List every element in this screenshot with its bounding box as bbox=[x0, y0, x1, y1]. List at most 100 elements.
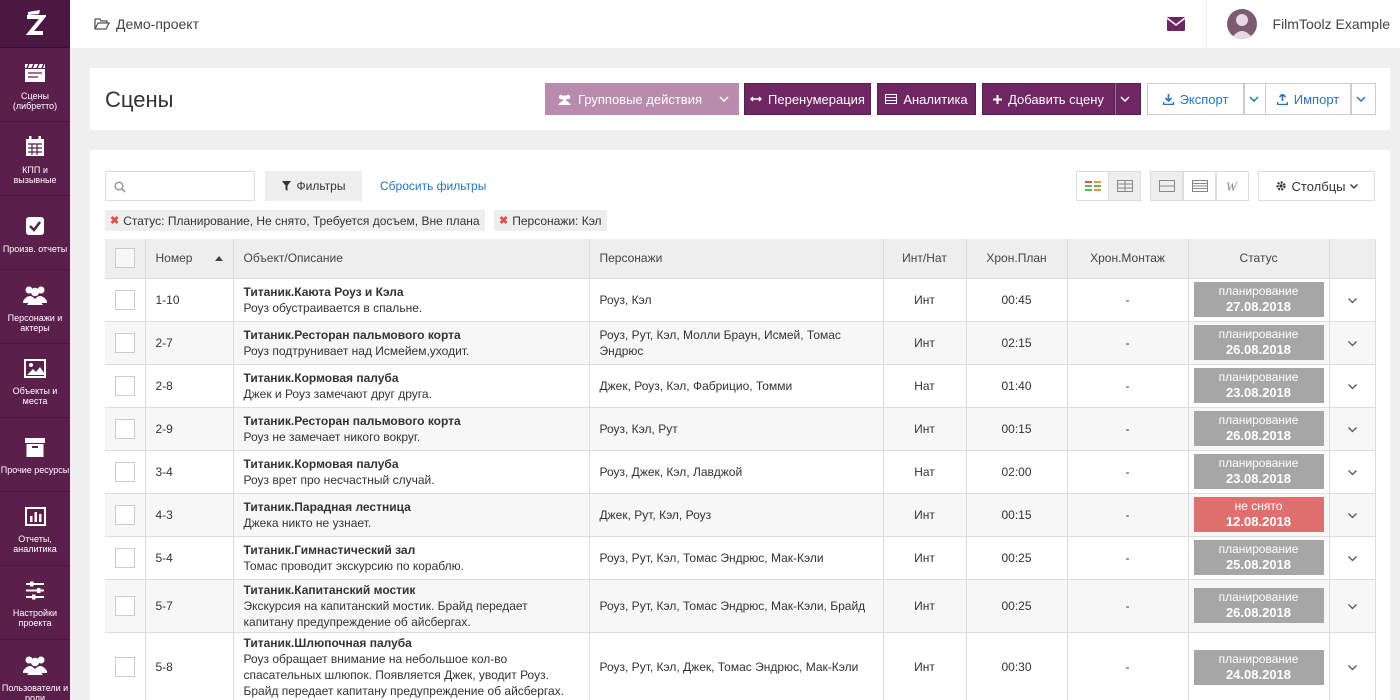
scenes-card: Фильтры Сбросить фильтры W Столбцы ✖ Ста… bbox=[90, 150, 1390, 700]
row-checkbox[interactable] bbox=[114, 289, 135, 310]
sidebar-item-3[interactable]: Произв. отчеты bbox=[0, 196, 70, 270]
remove-filter-icon[interactable]: ✖ bbox=[499, 214, 508, 227]
app-logo[interactable] bbox=[0, 0, 70, 48]
export-button[interactable]: Экспорт bbox=[1147, 83, 1244, 115]
group-actions-dropdown[interactable] bbox=[714, 83, 739, 115]
add-scene-dropdown[interactable] bbox=[1115, 83, 1141, 115]
scene-object-cell[interactable]: Титаник.Парадная лестница Джека никто не … bbox=[233, 492, 590, 536]
row-checkbox[interactable] bbox=[114, 595, 135, 616]
row-checkbox[interactable] bbox=[114, 504, 135, 525]
columns-button[interactable]: Столбцы bbox=[1258, 171, 1375, 201]
scene-number[interactable]: 5-8 bbox=[145, 631, 234, 700]
import-dropdown[interactable] bbox=[1351, 83, 1376, 115]
row-expand-button[interactable] bbox=[1329, 492, 1376, 536]
header-plan[interactable]: Хрон.План bbox=[966, 239, 1068, 278]
table-row[interactable]: 5-8 Титаник.Шлюпочная палуба Роуз обращает… bbox=[105, 631, 1376, 700]
messages-button[interactable] bbox=[1147, 0, 1207, 48]
filters-button[interactable]: Фильтры bbox=[265, 171, 362, 201]
row-expand-button[interactable] bbox=[1329, 363, 1376, 407]
scene-object-cell[interactable]: Титаник.Ресторан пальмового корта Роуз по… bbox=[233, 320, 590, 364]
scene-number[interactable]: 2-8 bbox=[145, 363, 234, 407]
row-expand-button[interactable] bbox=[1329, 578, 1376, 632]
scene-object-cell[interactable]: Титаник.Каюта Роуз и Кэла Роуз обустраива… bbox=[233, 277, 590, 321]
row-checkbox[interactable] bbox=[114, 547, 135, 568]
add-scene-button[interactable]: Добавить сцену bbox=[982, 83, 1115, 115]
header-status[interactable]: Статус bbox=[1188, 239, 1330, 278]
table-row[interactable]: 3-4 Титаник.Кормовая палуба Роуз врет про … bbox=[105, 449, 1376, 493]
list-view-button[interactable] bbox=[1183, 171, 1216, 201]
row-checkbox[interactable] bbox=[114, 375, 135, 396]
status-badge[interactable]: не снято 12.08.2018 bbox=[1193, 497, 1324, 532]
scene-object-cell[interactable]: Титаник.Кормовая палуба Роуз врет про нес… bbox=[233, 449, 590, 493]
scene-object-cell[interactable]: Титаник.Капитанский мостик Экскурсия на к… bbox=[233, 578, 590, 632]
table-row[interactable]: 2-7 Титаник.Ресторан пальмового корта Роуз… bbox=[105, 320, 1376, 364]
remove-filter-icon[interactable]: ✖ bbox=[110, 214, 119, 227]
status-badge[interactable]: планирование 23.08.2018 bbox=[1193, 368, 1324, 403]
sidebar-item-9[interactable]: Пользователи и роли bbox=[0, 640, 70, 700]
color-view-button[interactable] bbox=[1076, 171, 1109, 201]
filter-tag-characters[interactable]: ✖ Персонажи: Кэл bbox=[494, 210, 607, 231]
filter-tag-status[interactable]: ✖ Статус: Планирование, Не снято, Требуе… bbox=[105, 210, 485, 231]
status-badge[interactable]: планирование 25.08.2018 bbox=[1193, 540, 1324, 575]
scene-object-cell[interactable]: Титаник.Гимнастический зал Томас проводит… bbox=[233, 535, 590, 579]
sidebar-item-6[interactable]: Прочие ресурсы bbox=[0, 418, 70, 492]
scene-number[interactable]: 2-9 bbox=[145, 406, 234, 450]
header-int-nat[interactable]: Инт/Нат bbox=[883, 239, 967, 278]
status-badge[interactable]: планирование 26.08.2018 bbox=[1193, 588, 1324, 623]
sidebar-item-5[interactable]: Объекты и места bbox=[0, 344, 70, 418]
header-characters[interactable]: Персонажи bbox=[589, 239, 884, 278]
sidebar-item-2[interactable]: КПП и вызывные bbox=[0, 122, 70, 196]
group-actions-button[interactable]: Групповые действия bbox=[545, 83, 714, 115]
scene-object-cell[interactable]: Титаник.Ресторан пальмового корта Роуз не… bbox=[233, 406, 590, 450]
row-expand-button[interactable] bbox=[1329, 449, 1376, 493]
scene-number[interactable]: 5-4 bbox=[145, 535, 234, 579]
scene-number[interactable]: 1-10 bbox=[145, 277, 234, 321]
project-name[interactable]: Демо-проект bbox=[116, 16, 199, 32]
status-badge[interactable]: планирование 23.08.2018 bbox=[1193, 454, 1324, 489]
status-badge[interactable]: планирование 26.08.2018 bbox=[1193, 411, 1324, 446]
scene-number[interactable]: 5-7 bbox=[145, 578, 234, 632]
row-expand-button[interactable] bbox=[1329, 535, 1376, 579]
compact-view-button[interactable] bbox=[1150, 171, 1183, 201]
search-input[interactable] bbox=[105, 171, 255, 201]
row-expand-button[interactable] bbox=[1329, 277, 1376, 321]
import-button[interactable]: Импорт bbox=[1265, 83, 1351, 115]
user-name[interactable]: FilmToolz Example bbox=[1273, 16, 1390, 32]
row-expand-button[interactable] bbox=[1329, 320, 1376, 364]
status-badge[interactable]: планирование 27.08.2018 bbox=[1193, 282, 1324, 317]
table-row[interactable]: 4-3 Титаник.Парадная лестница Джека никто … bbox=[105, 492, 1376, 536]
scene-object-cell[interactable]: Титаник.Кормовая палуба Джек и Роуз замеч… bbox=[233, 363, 590, 407]
row-expand-button[interactable] bbox=[1329, 631, 1376, 700]
scene-number[interactable]: 4-3 bbox=[145, 492, 234, 536]
table-row[interactable]: 1-10 Титаник.Каюта Роуз и Кэла Роуз обустр… bbox=[105, 277, 1376, 321]
header-number[interactable]: Номер bbox=[145, 239, 234, 278]
scene-number[interactable]: 2-7 bbox=[145, 320, 234, 364]
row-checkbox[interactable] bbox=[114, 418, 135, 439]
header-object[interactable]: Объект/Описание bbox=[233, 239, 590, 278]
sidebar-item-8[interactable]: Настройки проекта bbox=[0, 566, 70, 640]
grid-view-button[interactable] bbox=[1108, 171, 1141, 201]
reset-filters-link[interactable]: Сбросить фильтры bbox=[380, 179, 486, 193]
status-badge[interactable]: планирование 26.08.2018 bbox=[1193, 325, 1324, 360]
header-montage[interactable]: Хрон.Монтаж bbox=[1067, 239, 1189, 278]
word-view-button[interactable]: W bbox=[1216, 171, 1249, 201]
renumber-button[interactable]: Перенумерация bbox=[744, 83, 871, 115]
row-expand-button[interactable] bbox=[1329, 406, 1376, 450]
table-row[interactable]: 5-7 Титаник.Капитанский мостик Экскурсия н… bbox=[105, 578, 1376, 632]
table-row[interactable]: 2-8 Титаник.Кормовая палуба Джек и Роуз за… bbox=[105, 363, 1376, 407]
row-checkbox[interactable] bbox=[114, 657, 135, 678]
sidebar-item-1[interactable]: Сцены (либретто) bbox=[0, 48, 70, 122]
breadcrumb[interactable]: Демо-проект bbox=[94, 16, 199, 32]
avatar[interactable] bbox=[1226, 9, 1257, 39]
sidebar-item-4[interactable]: Персонажи и актеры bbox=[0, 270, 70, 344]
status-badge[interactable]: планирование 24.08.2018 bbox=[1193, 649, 1324, 685]
row-checkbox[interactable] bbox=[114, 332, 135, 353]
select-all-checkbox[interactable] bbox=[114, 248, 135, 269]
analytics-button[interactable]: Аналитика bbox=[877, 83, 976, 115]
table-row[interactable]: 5-4 Титаник.Гимнастический зал Томас прово… bbox=[105, 535, 1376, 579]
row-checkbox[interactable] bbox=[114, 461, 135, 482]
scene-number[interactable]: 3-4 bbox=[145, 449, 234, 493]
sidebar-item-7[interactable]: Отчеты, аналитика bbox=[0, 492, 70, 566]
scene-object-cell[interactable]: Титаник.Шлюпочная палуба Роуз обращает вн… bbox=[233, 631, 590, 700]
table-row[interactable]: 2-9 Титаник.Ресторан пальмового корта Роуз… bbox=[105, 406, 1376, 450]
